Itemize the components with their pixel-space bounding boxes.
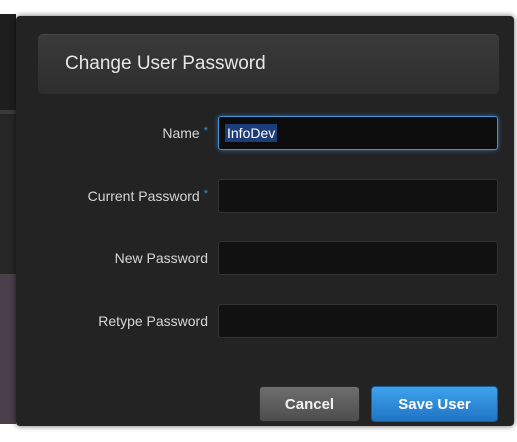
new-password-label: New Password [115,250,208,266]
required-marker: * [203,125,208,137]
name-input[interactable] [218,116,498,150]
current-password-label: Current Password * [88,188,208,204]
dialog-header: Change User Password [38,34,499,94]
new-password-row: New Password [16,241,514,277]
new-password-input[interactable] [218,241,498,275]
retype-password-input[interactable] [218,304,498,338]
required-marker: * [203,188,208,200]
retype-password-row: Retype Password [16,304,514,340]
change-password-dialog: Change User Password Name* InfoDev Curre… [16,16,514,426]
name-label: Name * [162,125,208,141]
save-user-button[interactable]: Save User [371,386,498,422]
current-password-input[interactable] [218,179,498,213]
current-password-label-text: Current Password [87,188,200,204]
retype-password-label-text: Retype Password [98,313,208,329]
name-row: Name * InfoDev [16,116,514,152]
name-label-text: Name [162,125,200,141]
new-password-label-text: New Password [114,250,208,266]
dialog-title: Change User Password [65,53,266,74]
background-panel [0,14,16,110]
background-panel [0,274,16,424]
current-password-row: Current Password * [16,179,514,215]
cancel-button[interactable]: Cancel [259,386,360,422]
retype-password-label: Retype Password [98,313,208,329]
background-panel [0,114,16,274]
